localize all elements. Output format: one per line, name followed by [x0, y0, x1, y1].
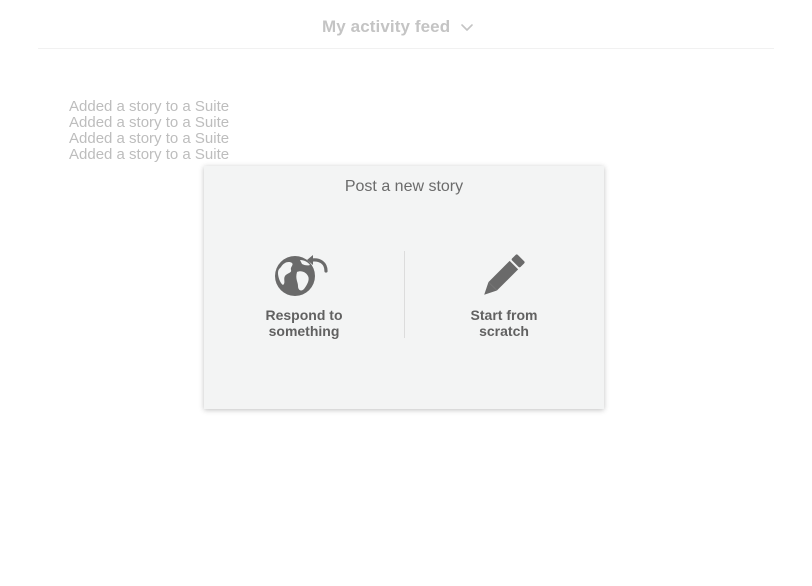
feed-selector[interactable]: My activity feed: [322, 14, 474, 40]
dialog-title: Post a new story: [344, 178, 464, 195]
header: My activity feed: [0, 0, 812, 50]
activity-item: Added a story to a Suite: [69, 114, 230, 131]
globe-reply-icon: [275, 255, 328, 296]
post-story-dialog: Post a new story Respond to something St…: [204, 166, 604, 409]
activity-item: Added a story to a Suite: [69, 130, 230, 147]
respond-option-label: Respond to something: [265, 307, 343, 339]
scratch-option-label: Start from scratch: [470, 307, 538, 339]
header-divider: [38, 48, 774, 49]
feed-title: My activity feed: [322, 17, 451, 36]
start-from-scratch-option[interactable]: Start from scratch: [404, 252, 604, 339]
respond-to-something-option[interactable]: Respond to something: [204, 252, 404, 339]
chevron-down-icon: [461, 24, 474, 31]
activity-item: Added a story to a Suite: [69, 146, 230, 163]
activity-list: Added a story to a Suite Added a story t…: [69, 99, 229, 163]
activity-item: Added a story to a Suite: [69, 98, 230, 115]
pencil-icon: [484, 254, 525, 295]
